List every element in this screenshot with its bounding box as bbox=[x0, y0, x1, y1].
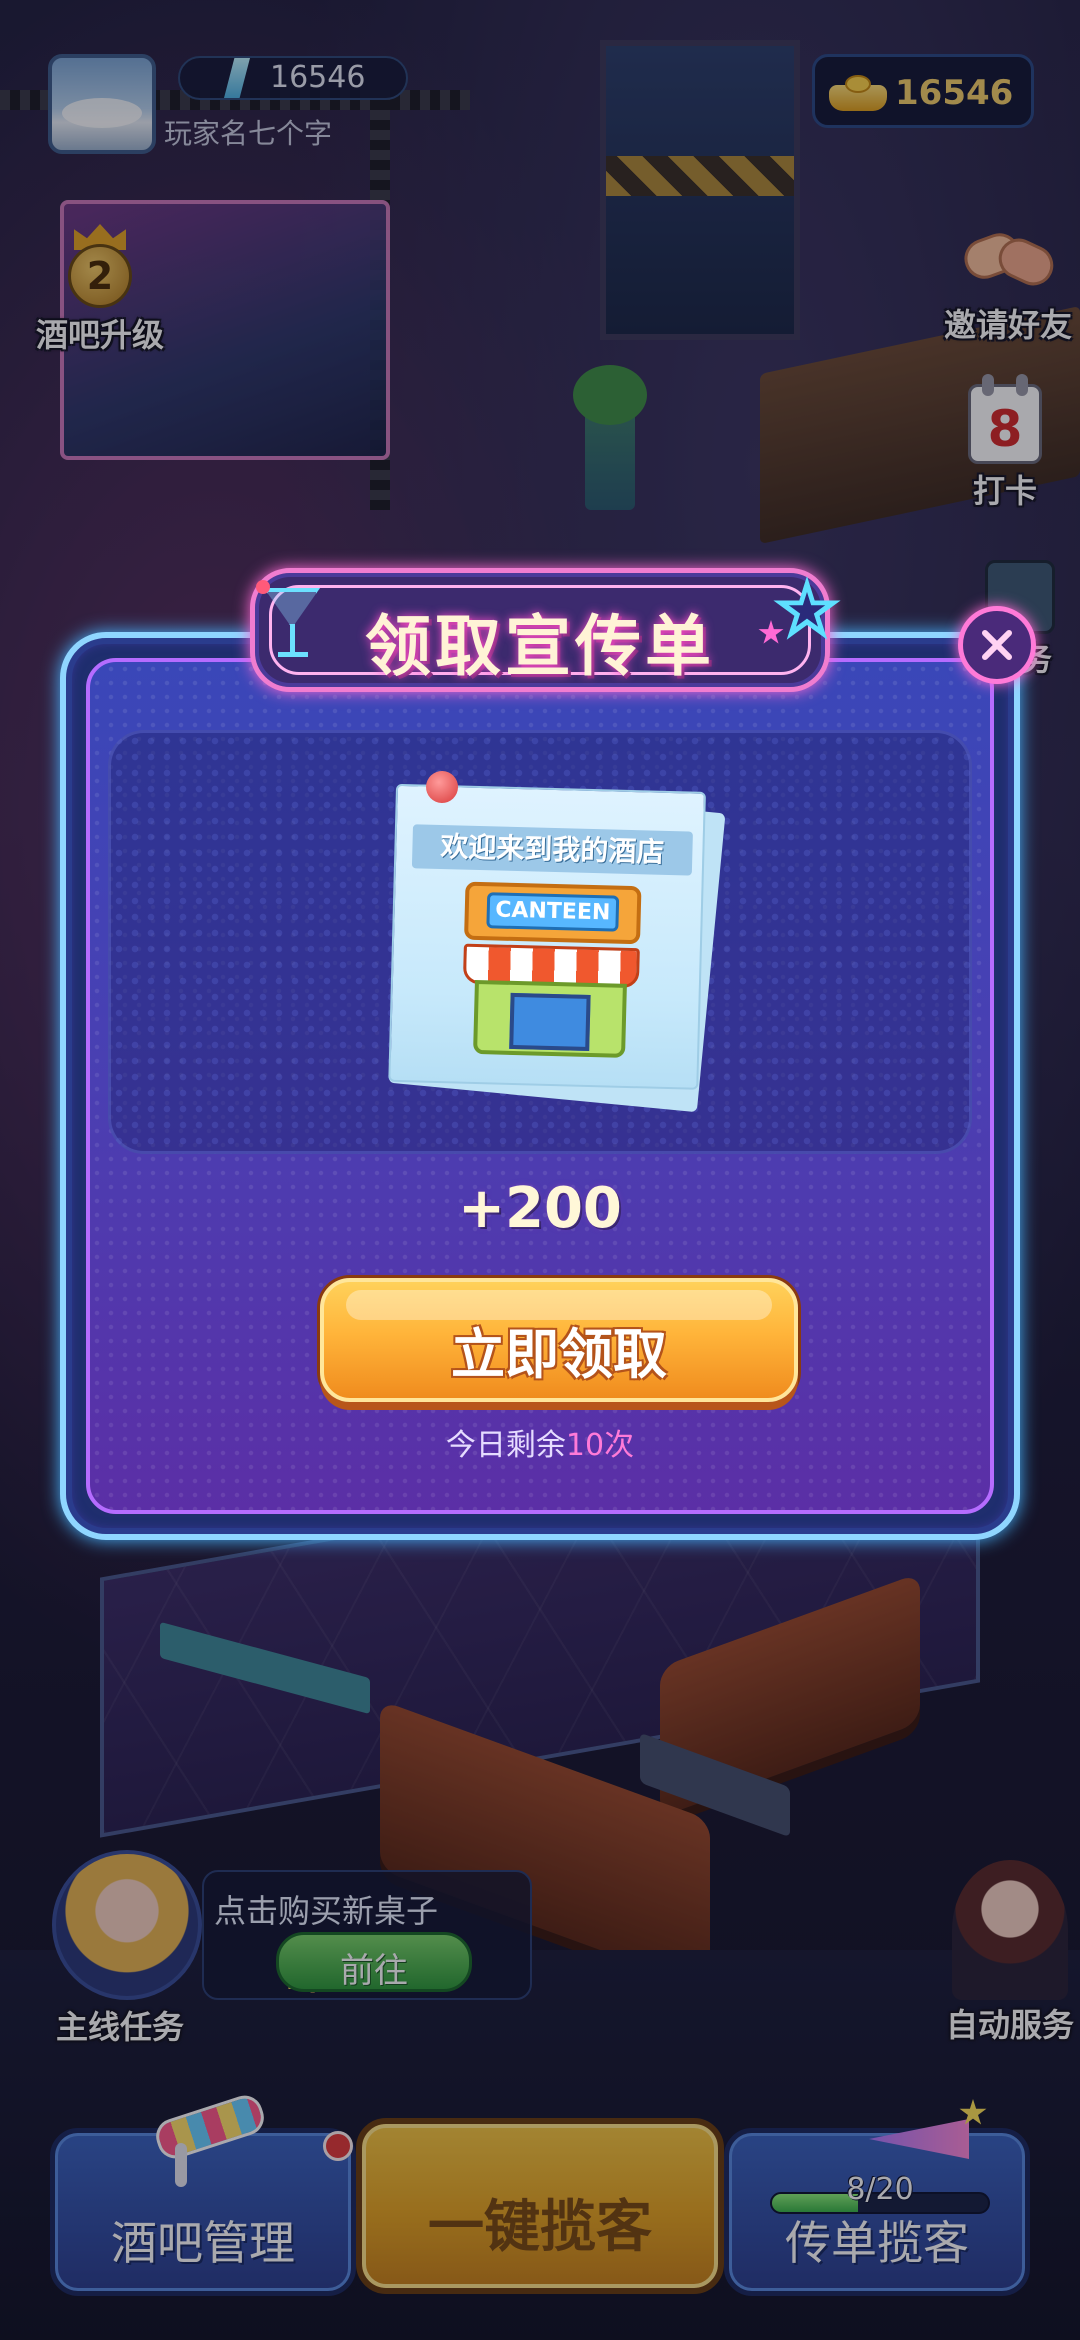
remaining-prefix: 今日剩余 bbox=[445, 1428, 566, 1463]
claim-now-button[interactable]: 立即领取 bbox=[320, 1278, 798, 1402]
cocktail-icon bbox=[254, 578, 338, 668]
remaining-count: 10次 bbox=[565, 1428, 635, 1463]
shop-icon: CANTEEN bbox=[461, 881, 642, 1067]
remaining-today: 今日剩余10次 bbox=[0, 1420, 1080, 1464]
flyer-item: 欢迎来到我的酒店 CANTEEN bbox=[388, 770, 726, 1113]
star-icon bbox=[758, 576, 842, 646]
dialog-title: 领取宣传单 bbox=[365, 608, 715, 685]
close-icon[interactable] bbox=[958, 606, 1036, 684]
flyer-headline: 欢迎来到我的酒店 bbox=[411, 824, 693, 876]
shop-sign: CANTEEN bbox=[486, 892, 620, 932]
claim-now-label: 立即领取 bbox=[451, 1323, 667, 1386]
reward-amount: +200 bbox=[458, 1176, 622, 1241]
